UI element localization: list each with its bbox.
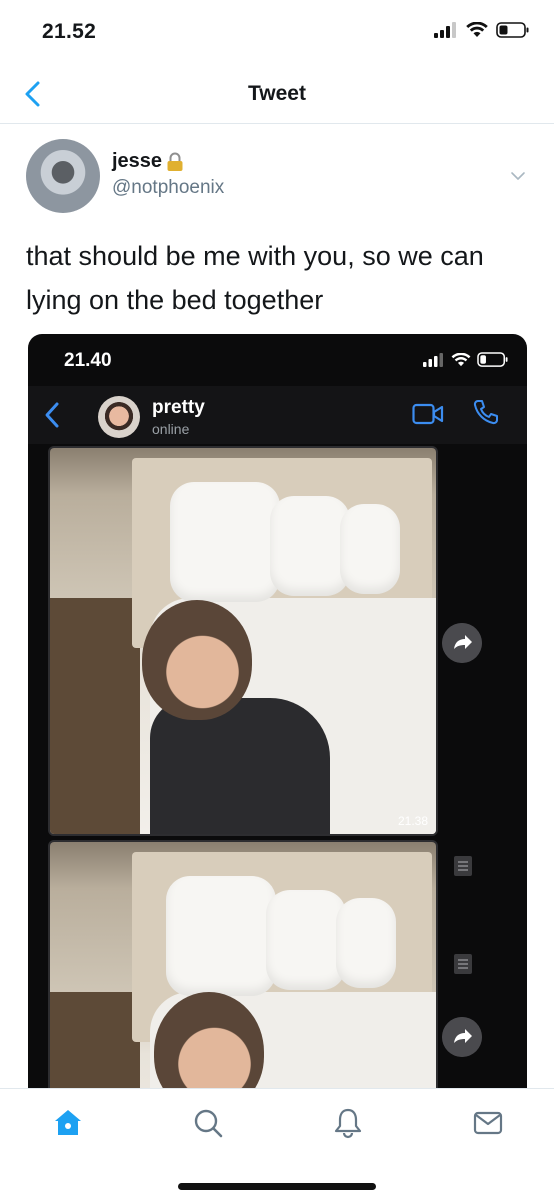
share-arrow-icon — [442, 623, 482, 663]
chat-photo — [48, 840, 438, 1094]
tweet-media-image[interactable]: 21.40 pretty online 21.38 — [28, 334, 527, 1094]
handle[interactable]: @notphoenix — [112, 177, 224, 199]
person-body — [150, 698, 330, 834]
chat-header: pretty online — [28, 386, 527, 444]
status-icons — [434, 22, 530, 38]
home-indicator — [178, 1183, 376, 1190]
handle-icon — [454, 954, 472, 974]
chat-presence: online — [152, 421, 190, 437]
photo-timestamp: 21.38 — [397, 814, 428, 828]
status-bar: 21.52 — [0, 0, 554, 62]
pillow — [266, 890, 346, 990]
status-time: 21.52 — [42, 20, 97, 43]
nav-bar: Tweet — [0, 62, 554, 124]
pillow — [340, 504, 400, 594]
pillow — [170, 482, 280, 602]
display-name[interactable]: jesse — [112, 150, 184, 173]
page-title: Tweet — [248, 82, 306, 105]
wifi-icon — [451, 352, 471, 366]
pillow — [166, 876, 276, 996]
home-icon[interactable] — [52, 1107, 84, 1139]
wifi-icon — [466, 22, 488, 37]
signal-icon — [423, 352, 443, 367]
nightstand — [50, 598, 140, 834]
pillow — [270, 496, 350, 596]
search-icon[interactable] — [192, 1107, 224, 1139]
share-arrow-icon — [442, 1017, 482, 1057]
tweet-text: that should be me with you, so we can ly… — [26, 241, 484, 315]
chevron-left-icon — [45, 402, 59, 428]
chat-avatar — [98, 396, 140, 438]
person-head — [142, 600, 252, 720]
signal-icon — [434, 22, 456, 38]
battery-icon — [477, 352, 508, 367]
phone-icon — [473, 400, 498, 425]
video-camera-icon — [412, 403, 444, 425]
chat-contact-name: pretty — [152, 397, 205, 418]
chat-photo: 21.38 — [48, 446, 438, 836]
media-status-icons — [423, 352, 509, 367]
lock-icon — [167, 152, 183, 171]
nightstand — [50, 992, 140, 1094]
handle-icon — [454, 856, 472, 876]
chevron-down-icon[interactable] — [510, 168, 526, 184]
avatar[interactable] — [26, 139, 100, 213]
bell-icon[interactable] — [332, 1107, 364, 1139]
pillow — [336, 898, 396, 988]
battery-icon — [496, 22, 529, 38]
media-status-time: 21.40 — [64, 350, 112, 371]
display-name-text: jesse — [112, 150, 163, 172]
mail-icon[interactable] — [472, 1107, 504, 1139]
